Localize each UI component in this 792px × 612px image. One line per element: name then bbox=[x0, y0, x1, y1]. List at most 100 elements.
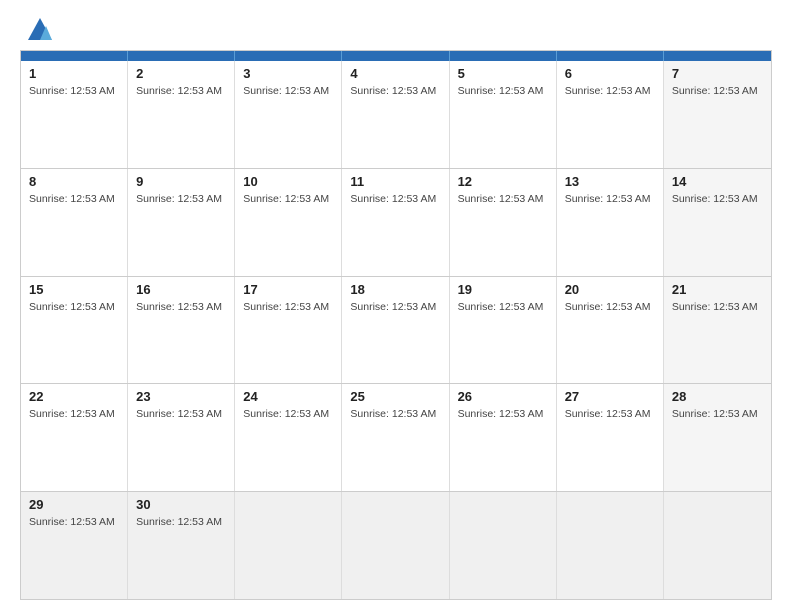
day-number: 5 bbox=[458, 66, 548, 81]
calendar-week-5: 29Sunrise: 12:53 AM30Sunrise: 12:53 AM bbox=[21, 491, 771, 599]
sunrise-time: Sunrise: 12:53 AM bbox=[136, 408, 222, 420]
day-number: 17 bbox=[243, 282, 333, 297]
day-cell-24: 24 Sunrise: 12:53 AM bbox=[235, 384, 342, 491]
logo bbox=[20, 16, 54, 44]
sunrise-time: Sunrise: 12:53 AM bbox=[672, 193, 758, 205]
day-cell-12: 12Sunrise: 12:53 AM bbox=[450, 169, 557, 276]
day-number: 14 bbox=[672, 174, 763, 189]
day-number: 29 bbox=[29, 497, 119, 512]
day-cell-11: 11 Sunrise: 12:53 AM bbox=[342, 169, 449, 276]
sunrise-time: Sunrise: 12:53 AM bbox=[136, 85, 222, 97]
calendar-header bbox=[21, 51, 771, 61]
day-cell-30: 30Sunrise: 12:53 AM bbox=[128, 492, 235, 599]
header-saturday bbox=[664, 51, 771, 61]
day-number: 16 bbox=[136, 282, 226, 297]
sunrise-time: Sunrise: 12:53 AM bbox=[565, 85, 651, 97]
sunrise-time: Sunrise: 12:53 AM bbox=[565, 193, 651, 205]
day-number: 19 bbox=[458, 282, 548, 297]
day-cell-18: 18 Sunrise: 12:53 AM bbox=[342, 277, 449, 384]
sunrise-time: Sunrise: 12:53 AM bbox=[243, 408, 329, 420]
sunrise-time: Sunrise: 12:53 AM bbox=[458, 85, 544, 97]
sunrise-time: Sunrise: 12:53 AM bbox=[672, 301, 758, 313]
header-friday bbox=[557, 51, 664, 61]
empty-cell bbox=[235, 492, 342, 599]
day-cell-4: 4 Sunrise: 12:53 AM bbox=[342, 61, 449, 168]
day-cell-27: 27 Sunrise: 12:53 AM bbox=[557, 384, 664, 491]
calendar: 1Sunrise: 12:53 AM 2 Sunrise: 12:53 AM 3 Sun… bbox=[20, 50, 772, 600]
sunrise-time: Sunrise: 12:53 AM bbox=[136, 193, 222, 205]
day-number: 3 bbox=[243, 66, 333, 81]
day-cell-23: 23 Sunrise: 12:53 AM bbox=[128, 384, 235, 491]
sunrise-time: Sunrise: 12:53 AM bbox=[243, 85, 329, 97]
sunrise-time: Sunrise: 12:53 AM bbox=[672, 85, 758, 97]
sunrise-time: Sunrise: 12:53 AM bbox=[350, 301, 436, 313]
sunrise-time: Sunrise: 12:53 AM bbox=[29, 516, 115, 528]
sunrise-time: Sunrise: 12:53 AM bbox=[350, 408, 436, 420]
sunrise-time: Sunrise: 12:53 AM bbox=[29, 85, 115, 97]
day-cell-16: 16Sunrise: 12:53 AM bbox=[128, 277, 235, 384]
day-cell-6: 6 Sunrise: 12:53 AM bbox=[557, 61, 664, 168]
day-number: 12 bbox=[458, 174, 548, 189]
day-cell-10: 10Sunrise: 12:53 AM bbox=[235, 169, 342, 276]
day-cell-5: 5 Sunrise: 12:53 AM bbox=[450, 61, 557, 168]
day-number: 8 bbox=[29, 174, 119, 189]
day-number: 18 bbox=[350, 282, 440, 297]
day-number: 9 bbox=[136, 174, 226, 189]
day-cell-21: 21 Sunrise: 12:53 AM bbox=[664, 277, 771, 384]
day-cell-17: 17Sunrise: 12:53 AM bbox=[235, 277, 342, 384]
empty-cell bbox=[450, 492, 557, 599]
sunrise-time: Sunrise: 12:53 AM bbox=[458, 301, 544, 313]
header-sunday bbox=[21, 51, 128, 61]
sunrise-time: Sunrise: 12:53 AM bbox=[136, 516, 222, 528]
page: 1Sunrise: 12:53 AM 2 Sunrise: 12:53 AM 3 Sun… bbox=[0, 0, 792, 612]
day-number: 20 bbox=[565, 282, 655, 297]
day-cell-19: 19 Sunrise: 12:53 AM bbox=[450, 277, 557, 384]
day-cell-9: 9 Sunrise: 12:53 AM bbox=[128, 169, 235, 276]
day-number: 6 bbox=[565, 66, 655, 81]
day-number: 23 bbox=[136, 389, 226, 404]
day-number: 26 bbox=[458, 389, 548, 404]
header-thursday bbox=[450, 51, 557, 61]
sunrise-time: Sunrise: 12:53 AM bbox=[29, 301, 115, 313]
sunrise-time: Sunrise: 12:53 AM bbox=[458, 408, 544, 420]
header-monday bbox=[128, 51, 235, 61]
header-wednesday bbox=[342, 51, 449, 61]
day-cell-26: 26 Sunrise: 12:53 AM bbox=[450, 384, 557, 491]
sunrise-time: Sunrise: 12:53 AM bbox=[243, 193, 329, 205]
day-number: 2 bbox=[136, 66, 226, 81]
day-number: 7 bbox=[672, 66, 763, 81]
day-number: 13 bbox=[565, 174, 655, 189]
day-cell-14: 14 Sunrise: 12:53 AM bbox=[664, 169, 771, 276]
day-number: 25 bbox=[350, 389, 440, 404]
sunrise-time: Sunrise: 12:53 AM bbox=[350, 85, 436, 97]
empty-cell bbox=[664, 492, 771, 599]
empty-cell bbox=[557, 492, 664, 599]
day-cell-2: 2 Sunrise: 12:53 AM bbox=[128, 61, 235, 168]
empty-cell bbox=[342, 492, 449, 599]
logo-icon bbox=[26, 16, 54, 44]
day-cell-25: 25 Sunrise: 12:53 AM bbox=[342, 384, 449, 491]
header bbox=[20, 16, 772, 44]
sunrise-time: Sunrise: 12:53 AM bbox=[672, 408, 758, 420]
day-number: 11 bbox=[350, 174, 440, 189]
sunrise-time: Sunrise: 12:53 AM bbox=[565, 301, 651, 313]
day-cell-3: 3 Sunrise: 12:53 AM bbox=[235, 61, 342, 168]
calendar-week-3: 15Sunrise: 12:53 AM16Sunrise: 12:53 AM17… bbox=[21, 276, 771, 384]
calendar-week-2: 8Sunrise: 12:53 AM9Sunrise: 12:53 AM10Su… bbox=[21, 168, 771, 276]
day-number: 27 bbox=[565, 389, 655, 404]
calendar-week-1: 1Sunrise: 12:53 AM 2 Sunrise: 12:53 AM 3 Sun… bbox=[21, 61, 771, 168]
day-cell-29: 29 Sunrise: 12:53 AM bbox=[21, 492, 128, 599]
day-number: 4 bbox=[350, 66, 440, 81]
day-cell-28: 28 Sunrise: 12:53 AM bbox=[664, 384, 771, 491]
day-cell-1: 1Sunrise: 12:53 AM bbox=[21, 61, 128, 168]
day-cell-7: 7 Sunrise: 12:53 AM bbox=[664, 61, 771, 168]
day-number: 24 bbox=[243, 389, 333, 404]
day-number: 21 bbox=[672, 282, 763, 297]
calendar-body: 1Sunrise: 12:53 AM 2 Sunrise: 12:53 AM 3 Sun… bbox=[21, 61, 771, 599]
day-number: 15 bbox=[29, 282, 119, 297]
sunrise-time: Sunrise: 12:53 AM bbox=[565, 408, 651, 420]
day-cell-13: 13 Sunrise: 12:53 AM bbox=[557, 169, 664, 276]
day-cell-15: 15 Sunrise: 12:53 AM bbox=[21, 277, 128, 384]
day-number: 28 bbox=[672, 389, 763, 404]
sunrise-time: Sunrise: 12:53 AM bbox=[350, 193, 436, 205]
